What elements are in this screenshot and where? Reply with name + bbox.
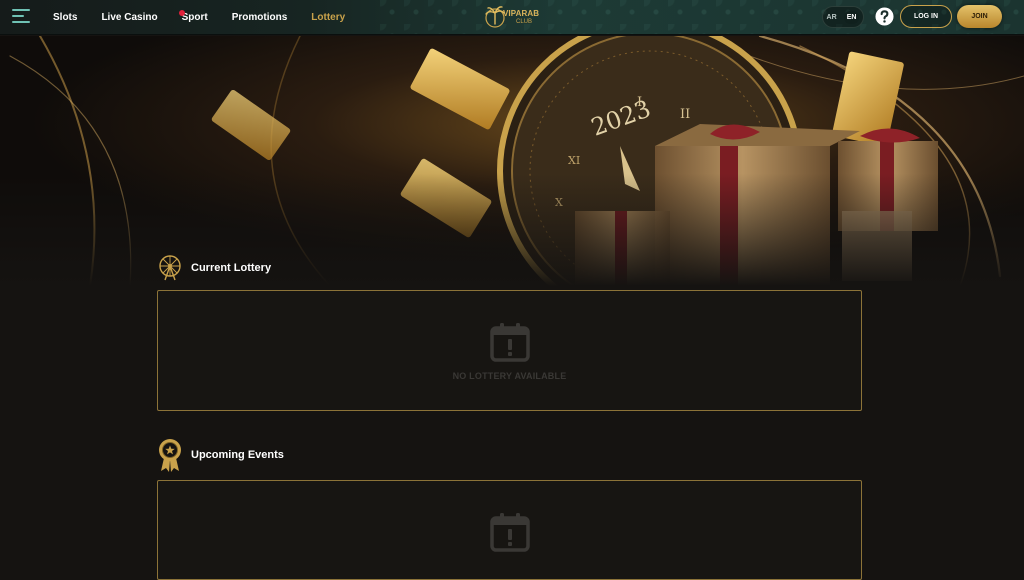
nav-sport[interactable]: Sport <box>178 10 208 23</box>
login-button[interactable]: LOG IN <box>900 5 952 28</box>
nav-sport-label: Sport <box>181 12 208 23</box>
language-ar[interactable]: AR <box>827 14 837 21</box>
no-lottery-empty-state: NO LOTTERY AVAILABLE <box>158 322 861 381</box>
calendar-alert-icon <box>489 513 530 552</box>
nav-lottery[interactable]: Lottery <box>311 12 345 23</box>
nav-live-casino[interactable]: Live Casino <box>101 12 157 23</box>
award-badge-icon <box>159 439 181 472</box>
current-lottery-title: Current Lottery <box>191 262 272 274</box>
nav-slots[interactable]: Slots <box>53 12 77 23</box>
logo-text: VIPARAB <box>503 9 540 18</box>
join-button[interactable]: JOIN <box>957 5 1002 28</box>
upcoming-events-heading: Upcoming Events <box>158 438 284 472</box>
live-dot-icon <box>178 10 185 16</box>
hamburger-menu-icon[interactable] <box>12 9 30 25</box>
nav-promotions[interactable]: Promotions <box>232 12 288 23</box>
ferris-wheel-icon <box>159 255 181 281</box>
upcoming-events-title: Upcoming Events <box>191 449 284 461</box>
site-logo[interactable]: VIPARAB CLUB <box>483 4 539 32</box>
language-en[interactable]: EN <box>843 10 860 24</box>
no-lottery-text: NO LOTTERY AVAILABLE <box>452 371 567 381</box>
hero-banner: 2023 I II XI X <box>0 36 1024 286</box>
upcoming-events-panel <box>157 480 862 580</box>
no-events-empty-state <box>158 512 861 557</box>
calendar-alert-icon <box>489 323 530 362</box>
logo-subtext: CLUB <box>516 19 533 25</box>
help-icon[interactable] <box>875 7 894 26</box>
top-navigation-bar: Slots Live Casino Sport Promotions Lotte… <box>0 0 1024 35</box>
current-lottery-heading: Current Lottery <box>158 254 271 282</box>
main-nav: Slots Live Casino Sport Promotions Lotte… <box>53 0 369 35</box>
current-lottery-panel: NO LOTTERY AVAILABLE <box>157 290 862 411</box>
language-switcher: AR EN <box>822 6 864 28</box>
hero-artwork: 2023 I II XI X <box>0 36 1024 286</box>
